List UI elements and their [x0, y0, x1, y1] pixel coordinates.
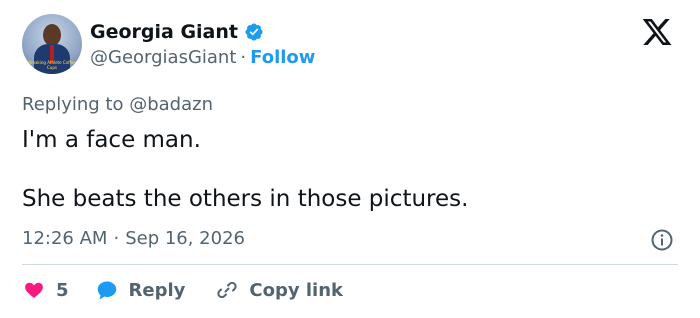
- handle-separator: ·: [240, 47, 247, 68]
- replying-to: Replying to @badazn: [22, 94, 213, 115]
- follow-button[interactable]: Follow: [250, 47, 315, 68]
- copy-link-label: Copy link: [249, 279, 343, 301]
- x-logo-icon[interactable]: [640, 16, 674, 48]
- author-handle-row: @GeorgiasGiant · Follow: [90, 47, 315, 68]
- like-count: 5: [56, 279, 69, 301]
- author-name-row: Georgia Giant: [90, 21, 264, 43]
- action-bar: 5 Reply Copy link: [22, 276, 343, 304]
- reply-label: Reply: [128, 279, 186, 301]
- avatar[interactable]: Breaking Athlete Coffee Cups: [22, 14, 82, 74]
- replying-mention[interactable]: @badazn: [129, 94, 213, 115]
- avatar-caption: Breaking Athlete Coffee Cups: [28, 60, 76, 70]
- tweet-text-line-2: She beats the others in those pictures.: [22, 186, 469, 212]
- avatar-head: [43, 24, 61, 46]
- replying-prefix: Replying to: [22, 94, 124, 115]
- info-icon[interactable]: [650, 228, 674, 252]
- link-icon: [217, 281, 238, 299]
- tweet-date: Sep 16, 2026: [125, 228, 245, 249]
- verified-badge-icon: [245, 23, 263, 41]
- reply-button[interactable]: Reply: [95, 278, 186, 302]
- author-handle[interactable]: @GeorgiasGiant: [90, 47, 236, 68]
- tweet-text-line-1: I'm a face man.: [22, 127, 201, 153]
- tweet-time: 12:26 AM: [22, 228, 108, 249]
- tweet-timestamp[interactable]: 12:26 AM · Sep 16, 2026: [22, 228, 245, 249]
- meta-separator: ·: [113, 228, 120, 249]
- speech-bubble-icon: [97, 281, 116, 300]
- divider: [22, 264, 678, 265]
- heart-icon: [25, 282, 43, 298]
- copy-link-button[interactable]: Copy link: [215, 278, 343, 302]
- author-name[interactable]: Georgia Giant: [90, 21, 238, 43]
- like-button[interactable]: 5: [22, 278, 69, 302]
